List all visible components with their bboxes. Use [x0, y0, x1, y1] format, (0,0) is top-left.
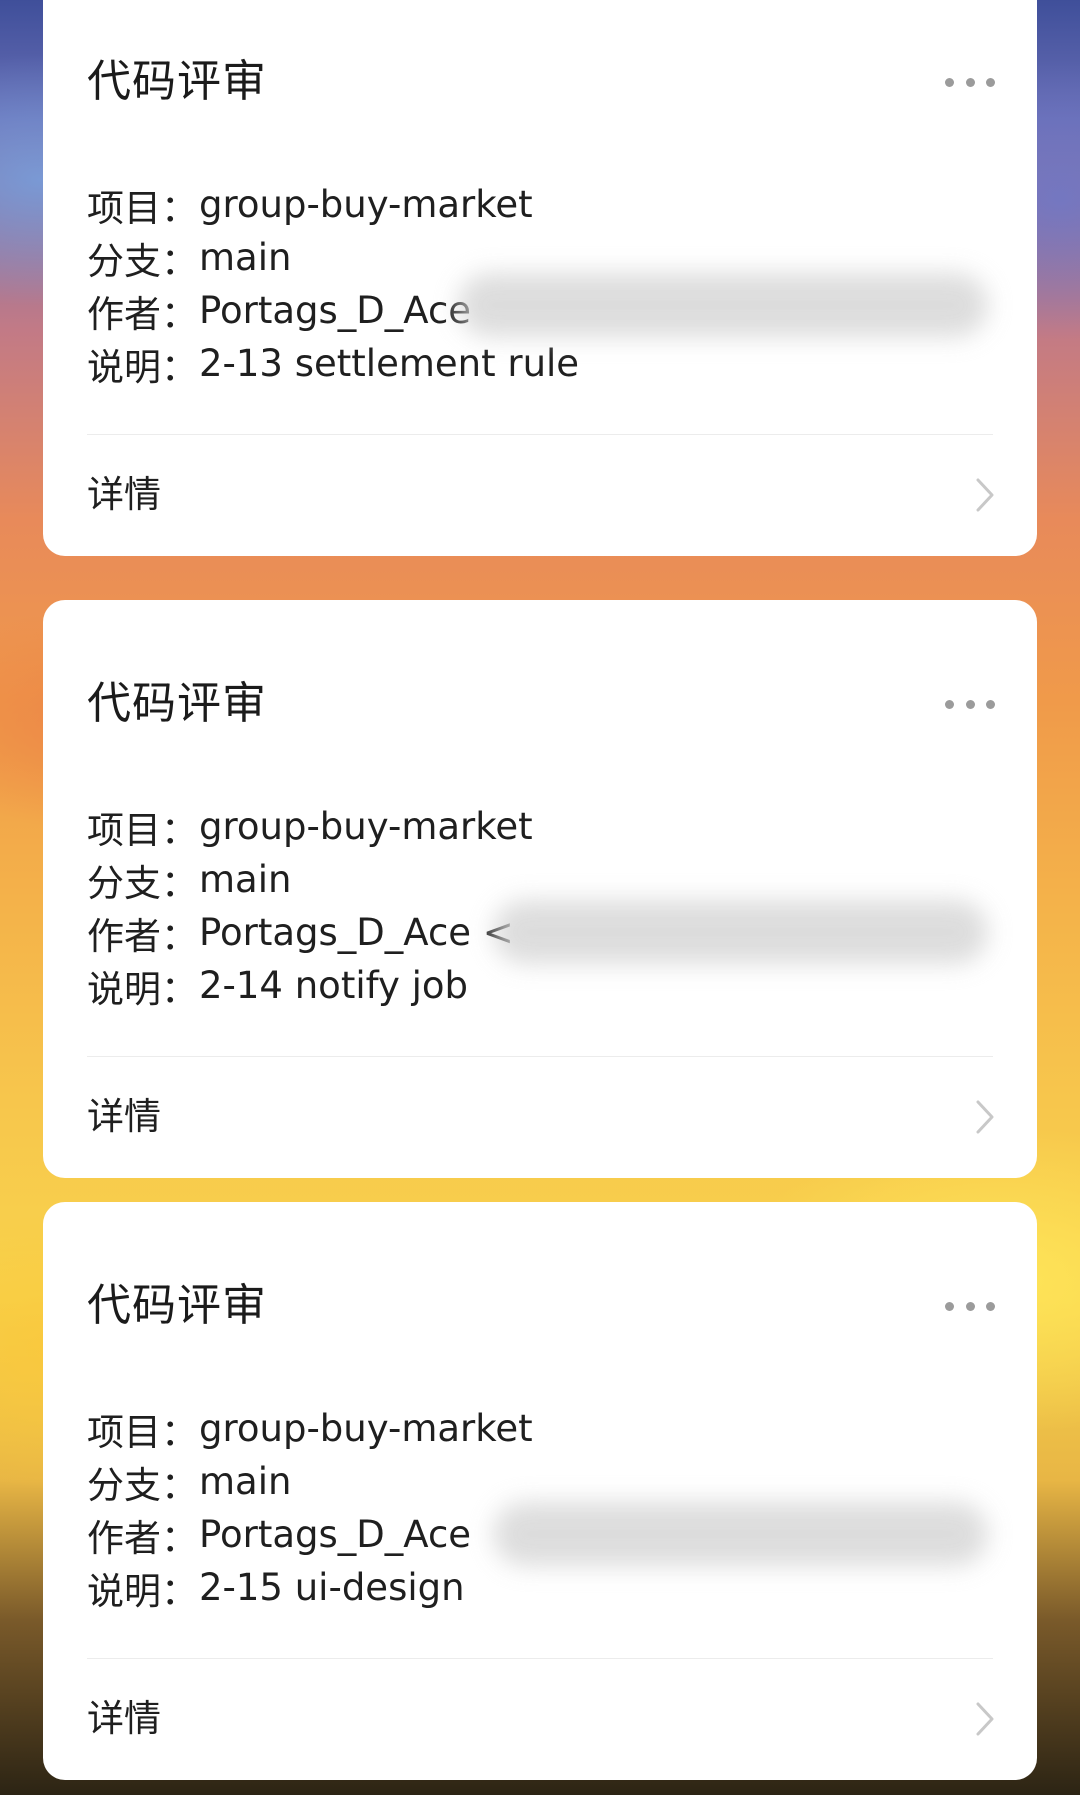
field-label: 项目：	[87, 186, 198, 230]
details-label: 详情	[87, 473, 161, 516]
code-review-card: 代码评审 项目： group-buy-market 分支： main 作者： P…	[43, 600, 1037, 1178]
code-review-card: 代码评审 项目： group-buy-market 分支： main 作者： P…	[43, 0, 1037, 556]
field-label: 说明：	[87, 967, 198, 1011]
more-dot	[945, 1301, 954, 1311]
redacted-email-blur	[493, 900, 988, 964]
field-label: 作者：	[87, 914, 198, 958]
chevron-right-icon	[976, 478, 994, 512]
more-dot	[986, 1301, 995, 1311]
field-label: 作者：	[87, 1516, 198, 1560]
more-dot	[965, 77, 975, 87]
field-value: group-buy-market	[199, 805, 533, 848]
field-project: 项目： group-buy-market	[87, 800, 987, 853]
field-value: group-buy-market	[199, 183, 533, 226]
field-label: 分支：	[87, 239, 198, 283]
field-label: 分支：	[87, 861, 198, 905]
card-title: 代码评审	[87, 56, 267, 107]
field-value: main	[199, 858, 292, 901]
field-description: 说明： 2-15 ui-design	[87, 1561, 987, 1614]
more-dot	[986, 77, 995, 87]
field-value: 2-15 ui-design	[199, 1566, 465, 1609]
field-value: 2-14 notify job	[199, 964, 469, 1007]
redacted-email-blur	[493, 1502, 988, 1566]
redacted-email-blur	[458, 273, 988, 337]
more-dot	[965, 1301, 975, 1311]
chevron-right-icon	[976, 1702, 994, 1736]
field-value: Portags_D_Ace	[199, 289, 472, 332]
field-value: main	[199, 1460, 292, 1503]
details-label: 详情	[87, 1095, 161, 1138]
field-label: 项目：	[87, 808, 198, 852]
more-options-button[interactable]	[945, 1294, 995, 1318]
field-value: Portags_D_Ace	[199, 1513, 472, 1556]
field-value: 2-13 settlement rule	[199, 342, 580, 385]
field-branch: 分支： main	[87, 1455, 987, 1508]
more-dot	[986, 699, 995, 709]
more-options-button[interactable]	[945, 692, 995, 716]
card-title: 代码评审	[87, 678, 267, 729]
field-value: group-buy-market	[199, 1407, 533, 1450]
field-project: 项目： group-buy-market	[87, 1402, 987, 1455]
details-row[interactable]: 详情	[43, 1057, 1037, 1178]
details-label: 详情	[87, 1697, 161, 1740]
card-title: 代码评审	[87, 1280, 267, 1331]
field-label: 说明：	[87, 1569, 198, 1613]
more-dot	[945, 77, 954, 87]
field-project: 项目： group-buy-market	[87, 178, 987, 231]
more-dot	[945, 699, 954, 709]
code-review-card: 代码评审 项目： group-buy-market 分支： main 作者： P…	[43, 1202, 1037, 1780]
field-label: 说明：	[87, 345, 198, 389]
field-branch: 分支： main	[87, 853, 987, 906]
field-value: main	[199, 236, 292, 279]
more-dot	[965, 699, 975, 709]
details-row[interactable]: 详情	[43, 1659, 1037, 1780]
field-label: 分支：	[87, 1463, 198, 1507]
field-description: 说明： 2-13 settlement rule	[87, 337, 987, 390]
field-label: 作者：	[87, 292, 198, 336]
field-value: Portags_D_Ace <	[199, 911, 514, 954]
field-description: 说明： 2-14 notify job	[87, 959, 987, 1012]
chevron-right-icon	[976, 1100, 994, 1134]
field-label: 项目：	[87, 1410, 198, 1454]
more-options-button[interactable]	[945, 70, 995, 94]
details-row[interactable]: 详情	[43, 435, 1037, 556]
